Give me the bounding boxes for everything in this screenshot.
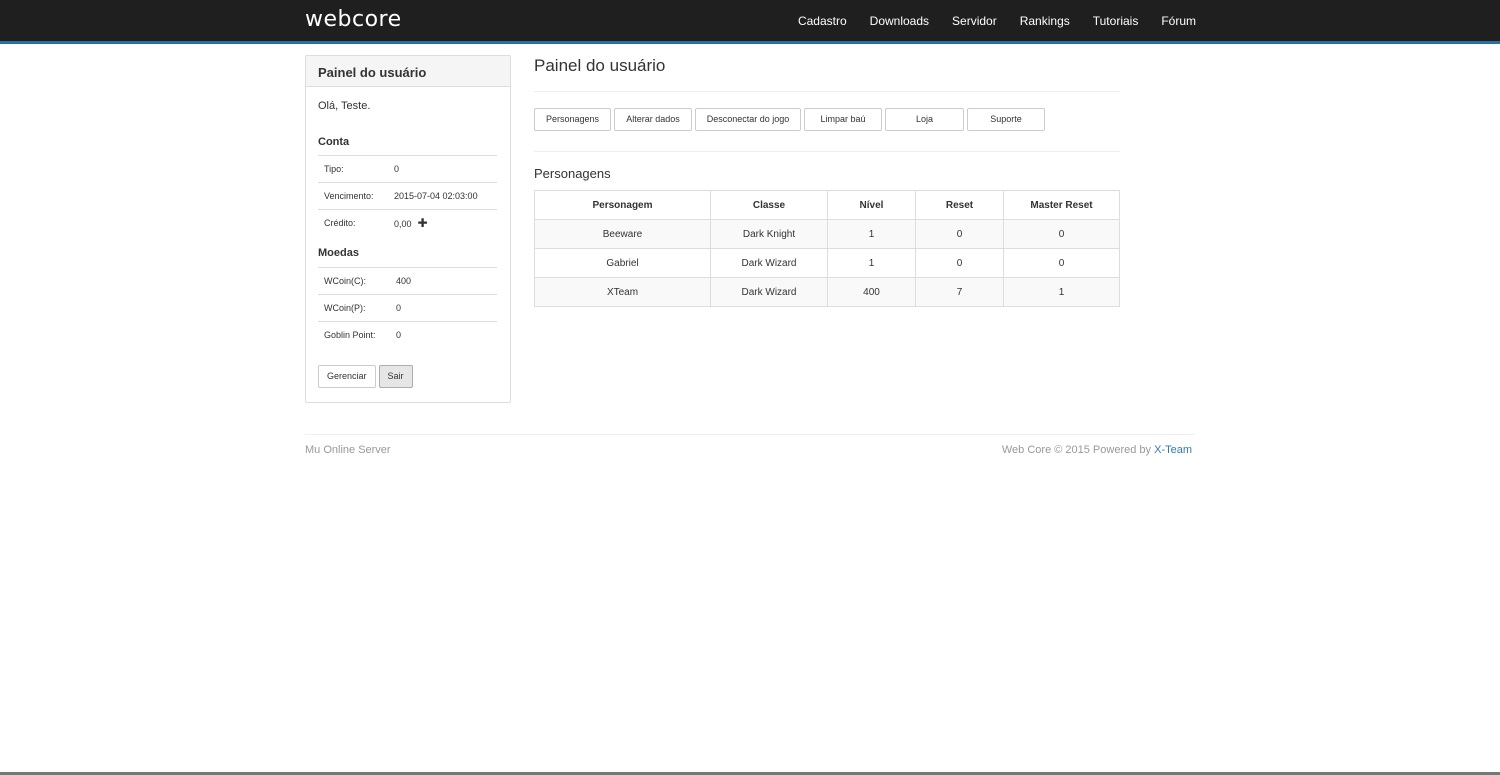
- user-panel-title: Painel do usuário: [306, 56, 510, 87]
- manage-button[interactable]: Gerenciar: [318, 365, 376, 388]
- coin-row-goblin-point: Goblin Point: 0: [318, 321, 497, 348]
- kv-value: 2015-07-04 02:03:00: [394, 191, 478, 201]
- nav-cadastro[interactable]: Cadastro: [798, 14, 847, 28]
- footer-divider: [305, 434, 1195, 435]
- table-cell: 0: [1003, 219, 1120, 249]
- column-header: Personagem: [534, 190, 711, 220]
- characters-table: Personagem Classe Nível Reset Master Res…: [534, 190, 1120, 307]
- kv-label: WCoin(C):: [324, 276, 366, 286]
- loja-button[interactable]: Loja: [885, 108, 964, 131]
- account-row-credito: Crédito: 0,00 ✚: [318, 209, 497, 236]
- table-cell: 0: [915, 219, 1004, 249]
- alterar-dados-button[interactable]: Alterar dados: [614, 108, 692, 131]
- personagens-button[interactable]: Personagens: [534, 108, 611, 131]
- account-row-vencimento: Vencimento: 2015-07-04 02:03:00: [318, 182, 497, 209]
- kv-label: Tipo:: [324, 164, 344, 174]
- table-row: Gabriel Dark Wizard 1 0 0: [534, 248, 1120, 278]
- top-navbar: webcore Cadastro Downloads Servidor Rank…: [0, 0, 1500, 44]
- kv-value: 0: [396, 330, 402, 340]
- table-cell: 0: [915, 248, 1004, 278]
- footer-xteam-link[interactable]: X-Team: [1154, 444, 1192, 456]
- add-credit-icon[interactable]: ✚: [418, 216, 428, 230]
- column-header: Nível: [827, 190, 916, 220]
- table-cell: Dark Wizard: [710, 277, 828, 307]
- table-cell: 0: [1003, 248, 1120, 278]
- footer-credits: Web Core © 2015 Powered by X-Team: [1002, 444, 1192, 456]
- table-cell: 7: [915, 277, 1004, 307]
- table-cell: Dark Knight: [710, 219, 828, 249]
- column-header: Classe: [710, 190, 828, 220]
- coins-section-title: Moedas: [318, 247, 359, 259]
- divider: [534, 151, 1120, 152]
- nav-servidor[interactable]: Servidor: [952, 14, 997, 28]
- kv-value: 400: [396, 276, 412, 286]
- nav-downloads[interactable]: Downloads: [870, 14, 929, 28]
- column-header: Master Reset: [1003, 190, 1120, 220]
- kv-value: 0: [396, 303, 402, 313]
- greeting-text: Olá, Teste.: [318, 100, 371, 112]
- kv-value: 0: [394, 164, 400, 174]
- column-header: Reset: [915, 190, 1004, 220]
- account-section-title: Conta: [318, 136, 350, 148]
- coin-row-wcoin-p: WCoin(P): 0: [318, 294, 497, 321]
- kv-label: Vencimento:: [324, 191, 374, 201]
- table-cell: 1: [1003, 277, 1120, 307]
- divider: [534, 91, 1120, 92]
- action-toolbar: Personagens Alterar dados Desconectar do…: [534, 108, 1048, 131]
- table-cell: Beeware: [534, 219, 711, 249]
- page-title: Painel do usuário: [534, 56, 666, 75]
- kv-label: Goblin Point:: [324, 330, 376, 340]
- table-row: XTeam Dark Wizard 400 7 1: [534, 277, 1120, 307]
- table-row: Beeware Dark Knight 1 0 0: [534, 219, 1120, 249]
- brand-logo[interactable]: webcore: [305, 7, 402, 32]
- table-cell: Dark Wizard: [710, 248, 828, 278]
- kv-label: Crédito:: [324, 218, 356, 228]
- logout-button[interactable]: Sair: [378, 365, 413, 388]
- main-nav: Cadastro Downloads Servidor Rankings Tut…: [775, 0, 1196, 41]
- coin-row-wcoin-c: WCoin(C): 400: [318, 267, 497, 294]
- footer-server-name: Mu Online Server: [305, 444, 391, 456]
- desconectar-button[interactable]: Desconectar do jogo: [695, 108, 801, 131]
- table-cell: 1: [827, 219, 916, 249]
- kv-value: 0,00: [394, 219, 412, 229]
- characters-section-title: Personagens: [534, 166, 611, 181]
- table-cell: 1: [827, 248, 916, 278]
- nav-rankings[interactable]: Rankings: [1020, 14, 1070, 28]
- footer-copyright: Web Core © 2015 Powered by: [1001, 444, 1152, 456]
- table-cell: Gabriel: [534, 248, 711, 278]
- suporte-button[interactable]: Suporte: [967, 108, 1045, 131]
- nav-forum[interactable]: Fórum: [1161, 14, 1196, 28]
- table-cell: XTeam: [534, 277, 711, 307]
- table-header-row: Personagem Classe Nível Reset Master Res…: [534, 190, 1120, 220]
- table-cell: 400: [827, 277, 916, 307]
- limpar-bau-button[interactable]: Limpar baú: [804, 108, 882, 131]
- account-row-tipo: Tipo: 0: [318, 155, 497, 182]
- kv-label: WCoin(P):: [324, 303, 366, 313]
- user-panel: Painel do usuário Olá, Teste. Conta Tipo…: [305, 55, 511, 403]
- nav-tutoriais[interactable]: Tutoriais: [1093, 14, 1139, 28]
